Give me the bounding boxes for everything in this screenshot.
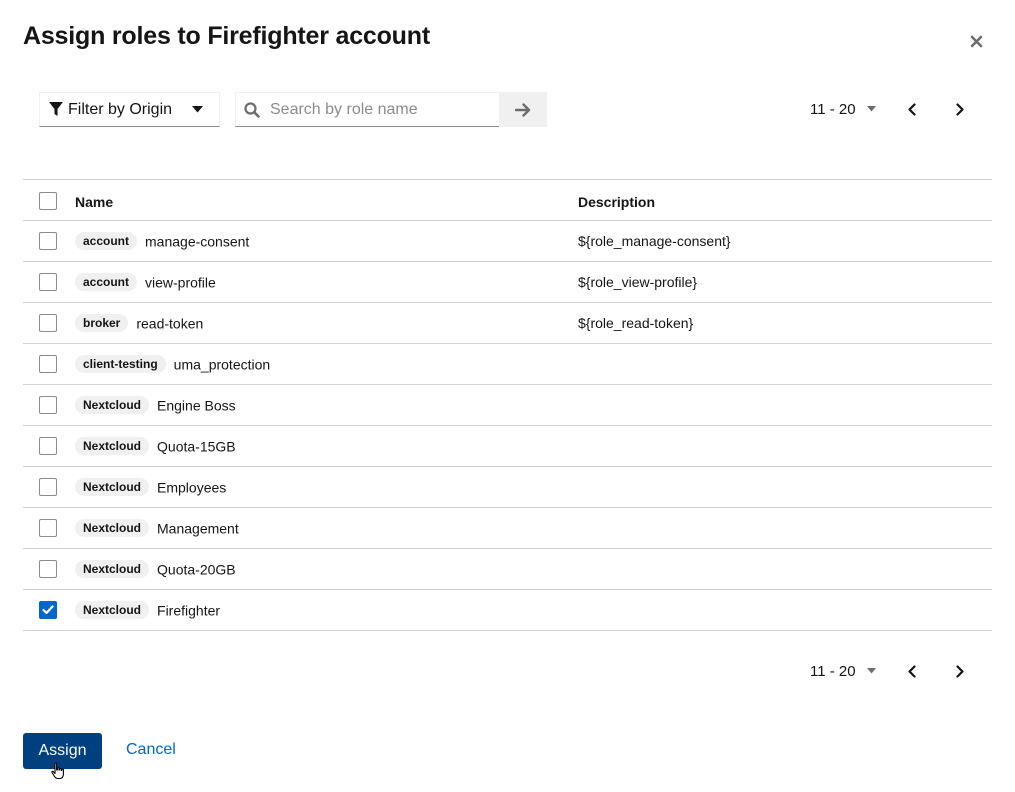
filter-label: Filter by Origin (68, 100, 173, 118)
role-description (578, 344, 992, 385)
table-header-row: Name Description (23, 179, 992, 221)
checkmark-icon (42, 605, 54, 615)
column-header-description: Description (578, 194, 656, 210)
role-name: Firefighter (157, 602, 221, 619)
client-badge: account (75, 273, 138, 292)
table-row: account manage-consent ${role_manage-conse… (23, 221, 992, 262)
client-badge: account (75, 232, 138, 251)
role-name: Employees (157, 479, 227, 496)
caret-down-icon (866, 668, 876, 674)
role-description (578, 385, 992, 426)
pagination-range-toggle[interactable]: 11 - 20 (810, 101, 876, 118)
row-checkbox[interactable] (39, 437, 57, 455)
client-badge: Nextcloud (75, 601, 150, 620)
client-badge: broker (75, 314, 129, 333)
role-description (578, 590, 992, 631)
row-checkbox[interactable] (39, 601, 57, 619)
table-row: Nextcloud Quota-20GB (23, 549, 992, 590)
table-row: Nextcloud Firefighter (23, 590, 992, 631)
client-badge: Nextcloud (75, 396, 150, 415)
row-checkbox[interactable] (39, 273, 57, 291)
arrow-right-icon (515, 102, 531, 117)
role-description: ${role_view-profile} (578, 274, 698, 290)
role-description: ${role_manage-consent} (578, 233, 731, 249)
filter-icon (49, 102, 63, 117)
previous-page-button[interactable] (902, 661, 922, 681)
chevron-left-icon (908, 664, 916, 678)
role-description (578, 467, 992, 508)
next-page-button[interactable] (950, 661, 970, 681)
row-checkbox[interactable] (39, 478, 57, 496)
role-name: Management (157, 520, 239, 537)
row-checkbox[interactable] (39, 355, 57, 373)
role-name: uma_protection (173, 356, 271, 373)
role-name: Quota-15GB (157, 438, 236, 455)
role-name: Quota-20GB (157, 561, 236, 578)
search-input[interactable] (268, 99, 492, 120)
caret-down-icon (866, 106, 876, 112)
role-name: read-token (136, 315, 204, 332)
row-checkbox[interactable] (39, 560, 57, 578)
close-button[interactable] (965, 30, 987, 52)
role-description (578, 549, 992, 590)
table-row: broker read-token ${role_read-token} (23, 303, 992, 344)
client-badge: Nextcloud (75, 560, 150, 579)
client-badge: Nextcloud (75, 519, 150, 538)
pagination-range: 11 - 20 (810, 662, 856, 680)
client-badge: client-testing (75, 355, 166, 374)
table-row: Nextcloud Employees (23, 467, 992, 508)
table-row: Nextcloud Management (23, 508, 992, 549)
table-row: Nextcloud Quota-15GB (23, 426, 992, 467)
role-description (578, 508, 992, 549)
search-submit-button[interactable] (499, 92, 547, 127)
chevron-left-icon (908, 102, 916, 116)
filter-by-origin-dropdown[interactable]: Filter by Origin (39, 92, 220, 127)
search-icon (244, 101, 260, 118)
row-checkbox[interactable] (39, 314, 57, 332)
top-pagination: 11 - 20 (810, 99, 876, 119)
cancel-button[interactable]: Cancel (126, 741, 176, 759)
row-checkbox[interactable] (39, 232, 57, 250)
bottom-pagination: 11 - 20 (810, 661, 876, 681)
role-name: view-profile (145, 274, 216, 291)
table-row: Nextcloud Engine Boss (23, 385, 992, 426)
previous-page-button[interactable] (902, 99, 922, 119)
column-header-name: Name (75, 194, 114, 210)
row-checkbox[interactable] (39, 396, 57, 414)
chevron-right-icon (956, 102, 964, 116)
row-checkbox[interactable] (39, 519, 57, 537)
hand-pointer-cursor-icon (51, 762, 64, 780)
close-icon (970, 35, 982, 47)
table-row: account view-profile ${role_view-profile} (23, 262, 992, 303)
pagination-range: 11 - 20 (810, 100, 856, 118)
pagination-range-toggle[interactable]: 11 - 20 (810, 663, 876, 680)
role-description: ${role_read-token} (578, 315, 694, 331)
next-page-button[interactable] (950, 99, 970, 119)
role-name: manage-consent (145, 233, 250, 250)
role-description (578, 426, 992, 467)
client-badge: Nextcloud (75, 437, 150, 456)
search-box (235, 92, 500, 127)
page-title: Assign roles to Firefighter account (23, 22, 430, 50)
roles-table: Name Description account manage-consent ${… (23, 179, 992, 631)
select-all-checkbox[interactable] (39, 192, 57, 210)
caret-down-icon (192, 106, 203, 113)
chevron-right-icon (956, 664, 964, 678)
table-row: client-testing uma_protection (23, 344, 992, 385)
client-badge: Nextcloud (75, 478, 150, 497)
role-name: Engine Boss (157, 397, 236, 414)
